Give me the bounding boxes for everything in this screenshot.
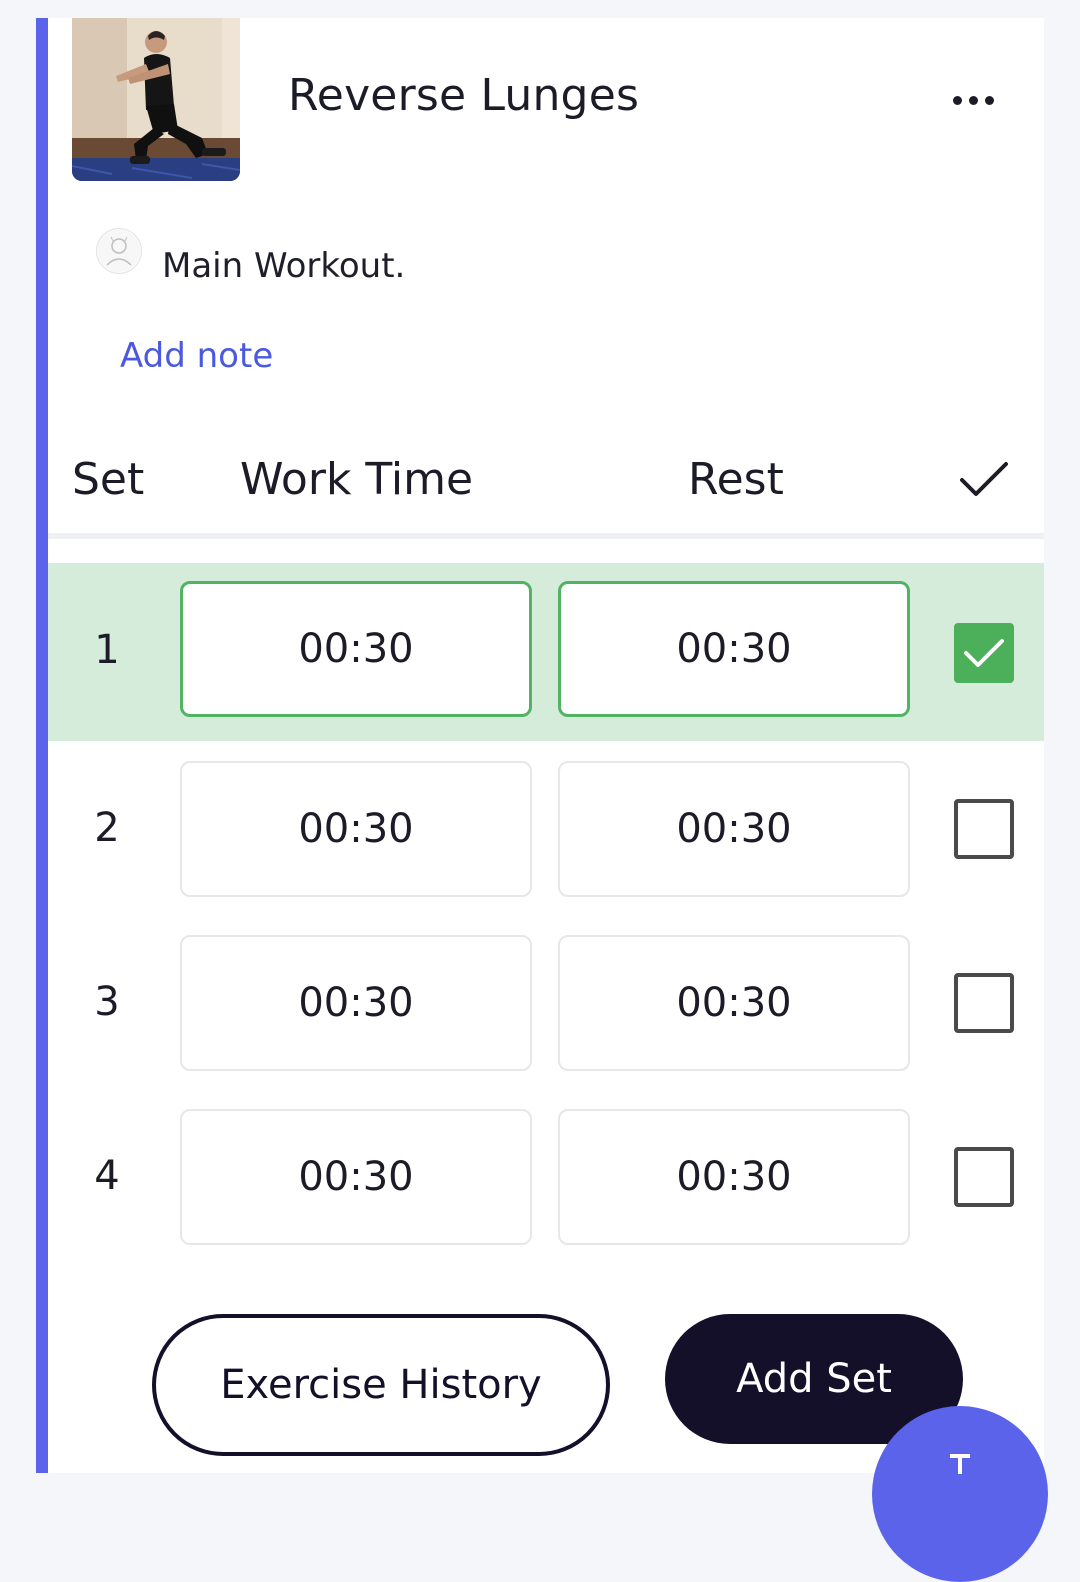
work-time-input[interactable]: 00:30 [180,581,532,717]
work-time-input[interactable]: 00:30 [180,1109,532,1245]
rest-time-input[interactable]: 00:30 [558,1109,910,1245]
fab-icon [950,1454,970,1474]
set-complete-checkbox[interactable] [954,1147,1014,1207]
set-complete-checkbox[interactable] [954,973,1014,1033]
dot [968,95,978,105]
exercise-history-button[interactable]: Exercise History [152,1314,610,1456]
header-work-time: Work Time [240,454,474,505]
rest-time-input[interactable]: 00:30 [558,581,910,717]
header-divider [48,533,1044,539]
workout-avatar [96,228,142,274]
set-row: 1 00:30 00:30 [48,563,1044,741]
set-row: 2 00:30 00:30 [48,743,1044,921]
set-number: 4 [94,1153,120,1199]
set-number: 2 [94,805,120,851]
check-icon [964,639,1004,667]
set-row: 3 00:30 00:30 [48,917,1044,1095]
floating-action-button[interactable] [872,1406,1048,1582]
add-note-link[interactable]: Add note [120,336,273,376]
work-time-input[interactable]: 00:30 [180,761,532,897]
rest-time-input[interactable]: 00:30 [558,761,910,897]
exercise-title: Reverse Lunges [288,70,640,121]
header-set: Set [72,454,145,505]
more-options-icon[interactable] [938,80,1008,120]
rest-time-input[interactable]: 00:30 [558,935,910,1071]
dot [952,95,962,105]
exercise-card: Reverse Lunges Main Workout. Add note Se… [36,18,1044,1473]
top-strip [0,0,1080,18]
set-complete-checkbox[interactable] [954,799,1014,859]
set-row: 4 00:30 00:30 [48,1091,1044,1269]
checkmark-icon [956,456,1012,504]
work-time-input[interactable]: 00:30 [180,935,532,1071]
workout-name: Main Workout. [162,246,406,286]
exercise-thumbnail[interactable] [72,18,240,181]
set-number: 3 [94,979,120,1025]
header-rest: Rest [688,454,784,505]
set-number: 1 [94,627,120,673]
set-complete-checkbox[interactable] [954,623,1014,683]
dot [984,95,994,105]
